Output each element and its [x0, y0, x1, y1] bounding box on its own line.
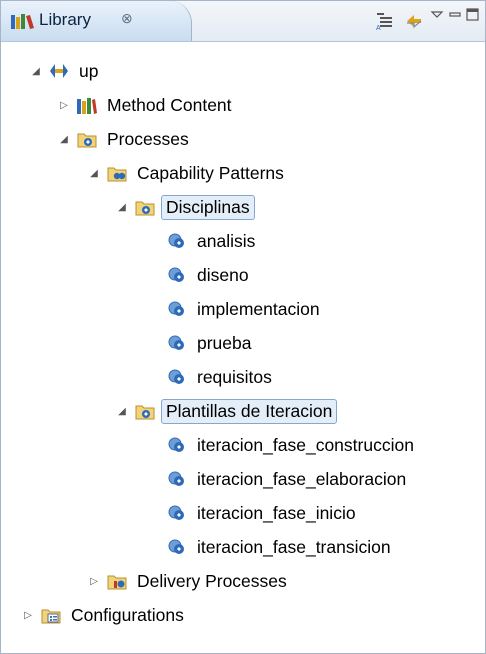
- process-folder-icon: [135, 402, 155, 420]
- library-view: Library ⊗ A ◢ up ▷ Method Content ◢ Proc…: [0, 0, 486, 654]
- delivery-processes-folder-icon: [107, 572, 127, 590]
- configurations-folder-icon: [41, 606, 61, 624]
- tree-item-implementacion[interactable]: implementacion: [167, 292, 324, 326]
- tree-item-label: iteracion_fase_construccion: [197, 434, 414, 455]
- capability-pattern-icon: [167, 538, 187, 556]
- library-tab[interactable]: Library ⊗: [1, 1, 192, 41]
- process-folder-icon: [135, 198, 155, 216]
- expand-toggle-icon[interactable]: ◢: [87, 168, 101, 179]
- tree-item-label: prueba: [197, 332, 252, 353]
- view-tab-bar: Library ⊗ A: [1, 1, 485, 42]
- expand-toggle-icon[interactable]: ◢: [29, 66, 43, 77]
- capability-patterns-folder-icon: [107, 164, 127, 182]
- tree-item-label: up: [79, 60, 99, 81]
- expand-toggle-icon[interactable]: ◢: [115, 202, 129, 213]
- tree-item-label: Method Content: [107, 94, 232, 115]
- tree-item-iteracion-fase-inicio[interactable]: iteracion_fase_inicio: [167, 496, 360, 530]
- link-with-editor-icon[interactable]: [404, 11, 424, 31]
- capability-pattern-icon: [167, 334, 187, 352]
- tree-item-diseno[interactable]: diseno: [167, 258, 253, 292]
- capability-pattern-icon: [167, 266, 187, 284]
- tree-item-plantillas-de-iteracion[interactable]: ◢ Plantillas de Iteracion: [115, 394, 338, 428]
- tree-item-iteracion-fase-elaboracion[interactable]: iteracion_fase_elaboracion: [167, 462, 410, 496]
- tree-item-prueba[interactable]: prueba: [167, 326, 256, 360]
- capability-pattern-icon: [167, 232, 187, 250]
- tree-item-label: Delivery Processes: [137, 570, 287, 591]
- tree-item-up[interactable]: ◢ up: [29, 54, 102, 88]
- tree-item-label: Capability Patterns: [137, 162, 284, 183]
- expand-toggle-icon[interactable]: ▷: [87, 576, 101, 587]
- capability-pattern-icon: [167, 436, 187, 454]
- method-plugin-icon: [49, 62, 69, 80]
- tree-item-label: Plantillas de Iteracion: [161, 398, 338, 424]
- tree-item-processes[interactable]: ◢ Processes: [57, 122, 193, 156]
- tree-item-analisis[interactable]: analisis: [167, 224, 259, 258]
- method-content-icon: [77, 96, 97, 114]
- tree-item-capability-patterns[interactable]: ◢ Capability Patterns: [87, 156, 288, 190]
- capability-pattern-icon: [167, 300, 187, 318]
- tree-item-disciplinas[interactable]: ◢ Disciplinas: [115, 190, 255, 224]
- tree-item-delivery-processes[interactable]: ▷ Delivery Processes: [87, 564, 291, 598]
- expand-toggle-icon[interactable]: ▷: [21, 610, 35, 621]
- tree-item-label: iteracion_fase_inicio: [197, 502, 356, 523]
- processes-folder-icon: [77, 130, 97, 148]
- tab-title: Library: [39, 10, 91, 29]
- tree-item-iteracion-fase-construccion[interactable]: iteracion_fase_construccion: [167, 428, 418, 462]
- collapse-all-icon[interactable]: A: [375, 11, 395, 32]
- tree-item-label: Disciplinas: [161, 194, 255, 220]
- library-icon: [11, 13, 35, 29]
- tree-item-method-content[interactable]: ▷ Method Content: [57, 88, 236, 122]
- tree-item-label: iteracion_fase_transicion: [197, 536, 391, 557]
- tree-item-label: iteracion_fase_elaboracion: [197, 468, 407, 489]
- tree-item-label: Processes: [107, 128, 189, 149]
- tree-item-label: diseno: [197, 264, 249, 285]
- tree-item-label: implementacion: [197, 298, 320, 319]
- expand-toggle-icon[interactable]: ◢: [115, 406, 129, 417]
- tree-item-label: Configurations: [71, 604, 184, 625]
- tree-item-label: requisitos: [197, 366, 272, 387]
- tree-item-iteracion-fase-transicion[interactable]: iteracion_fase_transicion: [167, 530, 395, 564]
- close-icon[interactable]: ⊗: [121, 10, 133, 27]
- tree-item-label: analisis: [197, 230, 256, 251]
- maximize-icon[interactable]: [465, 7, 485, 27]
- svg-text:A: A: [376, 25, 381, 31]
- capability-pattern-icon: [167, 470, 187, 488]
- tree-item-requisitos[interactable]: requisitos: [167, 360, 276, 394]
- minimize-icon[interactable]: [447, 7, 467, 27]
- expand-toggle-icon[interactable]: ▷: [57, 100, 71, 111]
- expand-toggle-icon[interactable]: ◢: [57, 134, 71, 145]
- capability-pattern-icon: [167, 504, 187, 522]
- view-menu-icon[interactable]: [429, 7, 449, 27]
- capability-pattern-icon: [167, 368, 187, 386]
- tree-item-configurations[interactable]: ▷ Configurations: [21, 598, 188, 632]
